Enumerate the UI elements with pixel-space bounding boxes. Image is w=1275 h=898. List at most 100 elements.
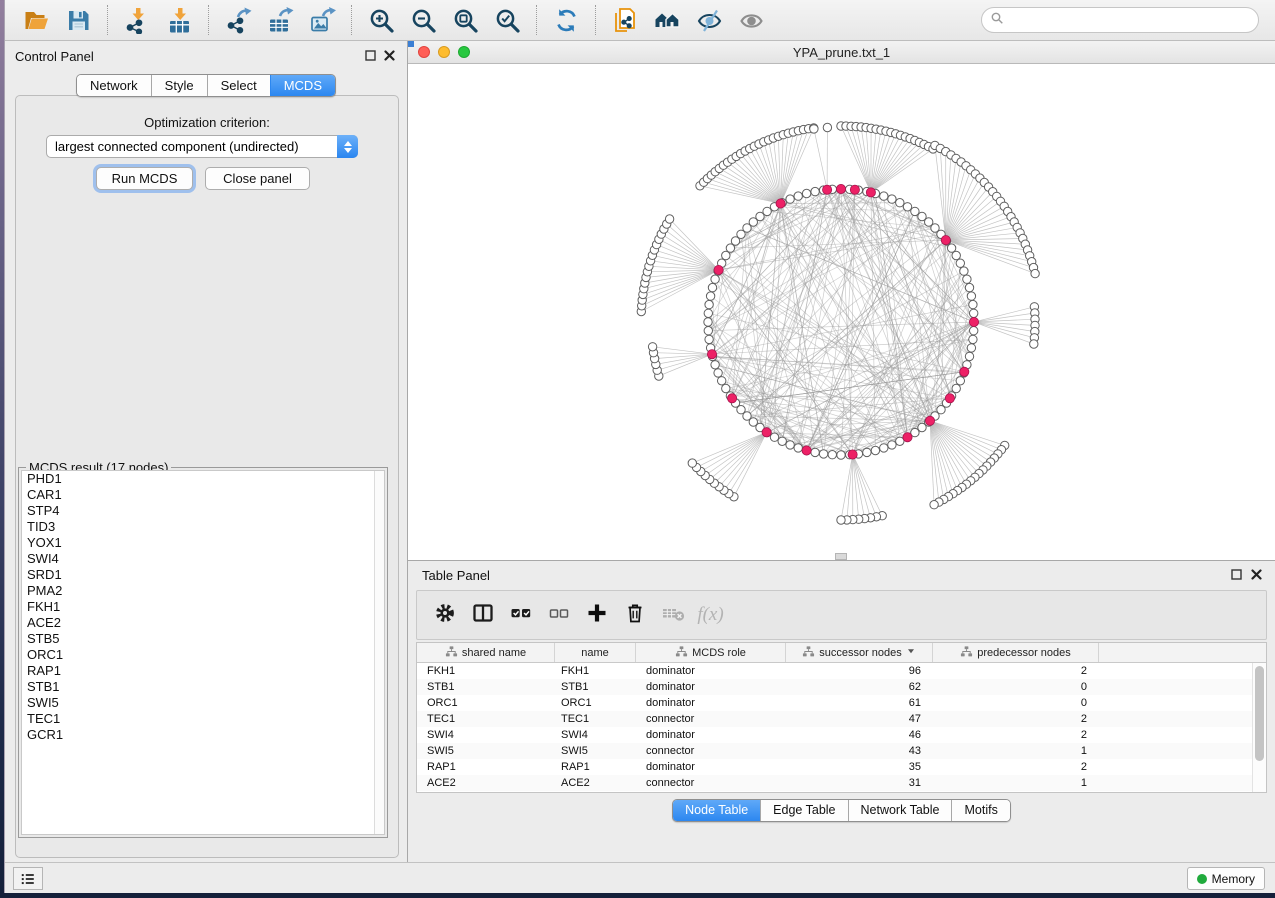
table-row[interactable]: RAP1RAP1dominator352: [417, 759, 1252, 775]
import-table-button[interactable]: [158, 3, 200, 37]
mcds-result-item[interactable]: PMA2: [22, 583, 384, 599]
table-scrollbar-thumb[interactable]: [1255, 666, 1264, 761]
save-session-button[interactable]: [57, 3, 99, 37]
table-cell: RAP1: [417, 761, 555, 773]
first-neighbors-button[interactable]: [646, 3, 688, 37]
table-row[interactable]: TEC1TEC1connector472: [417, 711, 1252, 727]
hide-columns-button[interactable]: [543, 598, 574, 632]
tab-edge-table[interactable]: Edge Table: [760, 800, 847, 821]
function-builder-icon: f(x): [697, 604, 723, 626]
show-columns-button[interactable]: [505, 598, 536, 632]
mcds-result-item[interactable]: GCR1: [22, 727, 384, 743]
mcds-result-item[interactable]: FKH1: [22, 599, 384, 615]
table-cell: RAP1: [555, 761, 636, 773]
add-column-button[interactable]: [581, 598, 612, 632]
tab-style[interactable]: Style: [151, 75, 207, 96]
mcds-result-item[interactable]: PHD1: [22, 471, 384, 487]
close-table-panel-icon[interactable]: [1250, 568, 1263, 581]
mcds-result-item[interactable]: SWI5: [22, 695, 384, 711]
mcds-result-item[interactable]: TEC1: [22, 711, 384, 727]
float-panel-icon[interactable]: [364, 49, 377, 62]
memory-button[interactable]: Memory: [1187, 867, 1265, 890]
refresh-layout-button[interactable]: [545, 3, 587, 37]
mcds-result-scrollbar[interactable]: [374, 471, 384, 834]
mcds-result-item[interactable]: ORC1: [22, 647, 384, 663]
mcds-result-item[interactable]: TID3: [22, 519, 384, 535]
mcds-result-item[interactable]: YOX1: [22, 535, 384, 551]
table-row[interactable]: ACE2ACE2connector311: [417, 775, 1252, 791]
zoom-in-button[interactable]: [360, 3, 402, 37]
tab-select[interactable]: Select: [207, 75, 270, 96]
first-neighbors-icon: [654, 7, 681, 34]
task-history-button[interactable]: [13, 867, 43, 890]
export-image-button[interactable]: [301, 3, 343, 37]
table-row[interactable]: SWI5SWI5connector431: [417, 743, 1252, 759]
close-panel-icon[interactable]: [383, 49, 396, 62]
search-input[interactable]: [1009, 10, 1250, 30]
tab-network[interactable]: Network: [77, 75, 151, 96]
show-graphics-details-button[interactable]: [688, 3, 730, 37]
table-cell: 1: [933, 777, 1099, 789]
export-network-icon: [225, 7, 252, 34]
table-settings-button[interactable]: [429, 598, 460, 632]
save-session-icon: [65, 7, 92, 34]
mcds-result-item[interactable]: STB1: [22, 679, 384, 695]
toolbar-separator: [351, 5, 352, 35]
split-panes-button[interactable]: [467, 598, 498, 632]
float-table-panel-icon[interactable]: [1230, 568, 1243, 581]
mcds-result-item[interactable]: SWI4: [22, 551, 384, 567]
mcds-result-item[interactable]: STP4: [22, 503, 384, 519]
column-header-label: MCDS role: [692, 647, 746, 659]
show-columns-icon: [509, 601, 533, 630]
table-row[interactable]: STB1STB1dominator620: [417, 679, 1252, 695]
split-panes-icon: [471, 601, 495, 630]
search-icon: [990, 11, 1004, 30]
table-row[interactable]: SWI4SWI4dominator462: [417, 727, 1252, 743]
open-file-button[interactable]: [15, 3, 57, 37]
shared-column-icon: [802, 645, 815, 661]
column-header-mcds-role[interactable]: MCDS role: [636, 643, 786, 662]
zoom-out-button[interactable]: [402, 3, 444, 37]
table-cell: 1: [933, 745, 1099, 757]
export-network-button[interactable]: [217, 3, 259, 37]
column-header-name[interactable]: name: [555, 643, 636, 662]
tab-mcds[interactable]: MCDS: [270, 75, 335, 96]
table-scrollbar[interactable]: [1252, 663, 1266, 792]
network-graph[interactable]: [408, 64, 1275, 560]
tab-network-table[interactable]: Network Table: [848, 800, 952, 821]
run-mcds-button[interactable]: Run MCDS: [96, 167, 193, 190]
export-table-button[interactable]: [259, 3, 301, 37]
table-row[interactable]: ORC1ORC1dominator610: [417, 695, 1252, 711]
mcds-result-item[interactable]: CAR1: [22, 487, 384, 503]
zoom-selected-icon: [494, 7, 521, 34]
table-row[interactable]: FKH1FKH1dominator962: [417, 663, 1252, 679]
table-row[interactable]: YOX1YOX1connector291: [417, 791, 1252, 792]
table-cell: ACE2: [417, 777, 555, 789]
memory-label: Memory: [1212, 872, 1255, 886]
column-header-shared-name[interactable]: shared name: [417, 643, 555, 662]
mcds-result-item[interactable]: ACE2: [22, 615, 384, 631]
horizontal-splitter-handle[interactable]: [835, 553, 847, 560]
zoom-in-icon: [368, 7, 395, 34]
mcds-result-item[interactable]: SRD1: [22, 567, 384, 583]
table-cell: 2: [933, 729, 1099, 741]
tab-motifs[interactable]: Motifs: [951, 800, 1009, 821]
column-header-predecessor-nodes[interactable]: predecessor nodes: [933, 643, 1099, 662]
close-panel-button[interactable]: Close panel: [205, 167, 310, 190]
import-network-button[interactable]: [116, 3, 158, 37]
hide-graphics-details-button[interactable]: [730, 3, 772, 37]
network-view[interactable]: [408, 64, 1275, 560]
new-network-from-selection-button[interactable]: [604, 3, 646, 37]
delete-column-button[interactable]: [619, 598, 650, 632]
export-table-icon: [267, 7, 294, 34]
mcds-result-item[interactable]: STB5: [22, 631, 384, 647]
table-cell: SWI4: [555, 729, 636, 741]
column-header-filler: [1099, 643, 1266, 662]
column-header-successor-nodes[interactable]: successor nodes: [786, 643, 933, 662]
mcds-result-item[interactable]: RAP1: [22, 663, 384, 679]
zoom-selected-button[interactable]: [486, 3, 528, 37]
zoom-fit-button[interactable]: [444, 3, 486, 37]
optimization-criterion-select[interactable]: largest connected component (undirected): [46, 135, 358, 158]
table-cell: 96: [786, 665, 933, 677]
tab-node-table[interactable]: Node Table: [673, 800, 760, 821]
